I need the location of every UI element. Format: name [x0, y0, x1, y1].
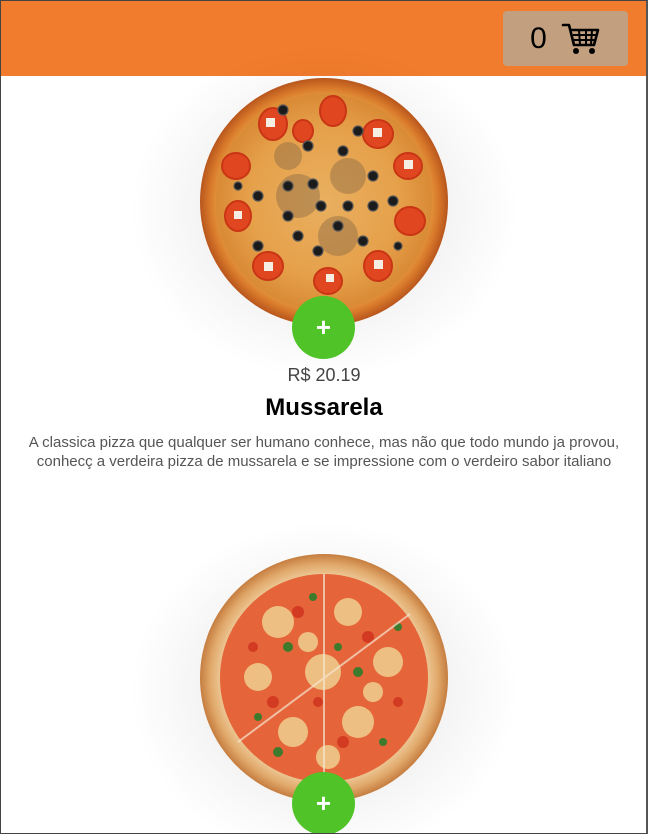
product-name: Mussarela: [265, 394, 383, 421]
pizza-image: [198, 552, 450, 804]
product-card: + R$ 20.19 Mussarela A classica pizza qu…: [0, 0, 648, 500]
product-card: +: [0, 500, 648, 834]
product-description: A classica pizza que qualquer ser humano…: [28, 434, 620, 470]
product-price: R$ 20.19: [287, 365, 361, 385]
add-to-cart-button[interactable]: +: [292, 296, 355, 359]
pizza-image: [198, 76, 450, 328]
add-to-cart-button[interactable]: +: [292, 772, 355, 834]
